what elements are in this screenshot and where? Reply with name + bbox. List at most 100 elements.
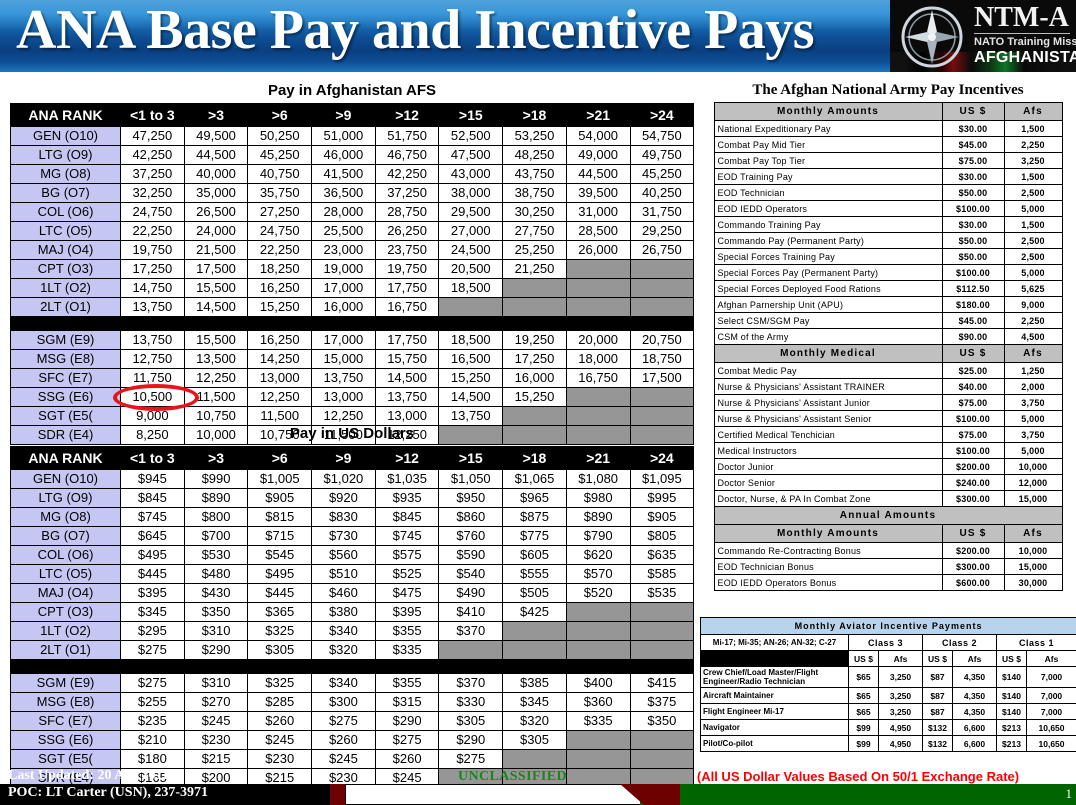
section-header-cell: US $ xyxy=(941,344,1005,363)
incentive-afs: 12,000 xyxy=(1003,474,1063,491)
table-row: Combat Pay Top Tier $75.00 3,250 xyxy=(713,152,1063,169)
table-row: SSG (E6) 10,500 11,500 12,250 13,000 13,750 14… xyxy=(10,387,695,407)
pay-cell: 15,250 xyxy=(502,387,567,407)
pay-cell: $275 xyxy=(438,749,504,769)
incentive-afs: 10,000 xyxy=(1003,542,1063,559)
pay-cell: $585 xyxy=(629,564,695,584)
pay-cell: 36,500 xyxy=(311,183,376,203)
table-row: 2LT (O1) $275 $290 $305 $320 $335 xyxy=(10,640,695,660)
col-header-6: >6 xyxy=(247,103,313,127)
table-row: Combat Pay Mid Tier $45.00 2,250 xyxy=(713,136,1063,153)
rank-cell: SGM (E9) xyxy=(10,673,121,693)
pay-cell: $370 xyxy=(438,621,504,641)
pay-cell: $905 xyxy=(629,507,695,527)
incentive-usd: $100.00 xyxy=(941,410,1005,427)
pay-cell: $480 xyxy=(183,564,249,584)
pay-cell: $830 xyxy=(311,507,376,527)
pay-cell: $355 xyxy=(374,621,440,641)
pay-cell: $520 xyxy=(565,583,631,603)
pay-cell: $270 xyxy=(183,692,249,712)
page-number: 1 xyxy=(1065,786,1073,801)
col-header-12: >12 xyxy=(374,103,440,127)
pay-cell: 10,750 xyxy=(183,406,249,426)
incentives-body: Monthly Amounts US $ Afs National Expeditio… xyxy=(713,102,1063,591)
pay-cell: $245 xyxy=(311,749,376,769)
pay-cell: 44,500 xyxy=(183,145,249,165)
pay-cell: 14,500 xyxy=(438,387,504,407)
pay-cell: 49,750 xyxy=(629,145,695,165)
table-row: SGM (E9) 13,750 15,500 16,250 17,000 17,750 18… xyxy=(10,330,695,350)
pay-cell: $400 xyxy=(565,673,631,693)
incentive-label: Special Forces Pay (Permanent Party) xyxy=(713,264,943,281)
table-row: SFC (E7) $235 $245 $260 $275 $290 $305 $320 $335… xyxy=(10,711,695,731)
table-row: SGT (E5($180 $215 $230 $245 $260 $275 xyxy=(10,749,695,769)
aviator-amount-cell: 3,250 xyxy=(878,703,923,720)
aviator-blank-cell xyxy=(700,650,849,667)
aviator-role-label: Aircraft Maintainer xyxy=(700,687,849,704)
rank-cell: MG (O8) xyxy=(10,164,121,184)
pay-cell: 42,250 xyxy=(374,164,440,184)
col-header-24: >24 xyxy=(629,446,695,470)
pay-cell: 20,750 xyxy=(629,330,695,350)
pay-cell: 25,250 xyxy=(502,240,567,260)
pay-cell: 11,500 xyxy=(183,387,249,407)
pay-cell: $875 xyxy=(502,507,567,527)
incentive-usd: $30.00 xyxy=(941,120,1005,137)
pay-cell: 13,750 xyxy=(374,387,440,407)
pay-cell: 13,750 xyxy=(311,368,376,388)
incentive-afs: 5,000 xyxy=(1003,264,1063,281)
aviator-amount-cell: 3,250 xyxy=(878,666,923,688)
pay-cell: 50,250 xyxy=(247,126,313,146)
logo-title: NTM-A xyxy=(974,2,1069,33)
table-row: Afghan Parnership Unit (APU) $180.00 9,000 xyxy=(713,296,1063,313)
pay-cell: $230 xyxy=(183,730,249,750)
incentive-label: Afghan Parnership Unit (APU) xyxy=(713,296,943,313)
incentive-afs: 5,000 xyxy=(1003,200,1063,217)
pay-cell: 22,250 xyxy=(120,221,185,241)
pay-cell: $300 xyxy=(311,692,376,712)
pay-cell: $540 xyxy=(438,564,504,584)
incentive-usd: $90.00 xyxy=(941,328,1005,345)
empty-cell xyxy=(629,749,695,769)
pay-cell: 35,000 xyxy=(183,183,249,203)
pay-cell: $410 xyxy=(438,602,504,622)
incentive-afs: 2,500 xyxy=(1003,248,1063,265)
afs-table-title: Pay in Afghanistan AFS xyxy=(267,82,437,99)
incentive-label: Medical Instructors xyxy=(713,442,943,459)
aviator-section: Monthly Aviator Incentive Payments Mi-17;… xyxy=(699,617,1076,752)
pay-cell: 17,250 xyxy=(120,259,185,279)
pay-cell: 15,250 xyxy=(438,368,504,388)
incentive-label: CSM of the Army xyxy=(713,328,943,345)
pay-cell: $335 xyxy=(565,711,631,731)
incentive-afs: 3,750 xyxy=(1003,394,1063,411)
pay-cell: $330 xyxy=(438,692,504,712)
incentive-afs: 2,500 xyxy=(1003,184,1063,201)
incentive-afs: 1,500 xyxy=(1003,120,1063,137)
pay-cell: 13,750 xyxy=(120,330,185,350)
aviator-amount-cell: 4,350 xyxy=(952,666,997,688)
pay-cell: $845 xyxy=(374,507,440,527)
pay-cell: $620 xyxy=(565,545,631,565)
pay-cell: $360 xyxy=(565,692,631,712)
empty-cell xyxy=(629,640,695,660)
empty-cell xyxy=(565,278,631,298)
incentive-usd: $100.00 xyxy=(941,442,1005,459)
pay-cell: 11,750 xyxy=(120,368,185,388)
pay-cell: $920 xyxy=(311,488,376,508)
pay-cell: 18,500 xyxy=(438,278,504,298)
pay-cell: $305 xyxy=(502,730,567,750)
col-header-rank: ANA RANK xyxy=(10,103,121,127)
usd-body: GEN (O10) $945 $990 $1,005 $1,020 $1,035 $1,05… xyxy=(9,469,695,788)
aviator-amount-cell: $87 xyxy=(922,687,953,704)
incentive-label: Nurse & Physicians' Assistant TRAINER xyxy=(713,378,943,395)
pay-cell: $715 xyxy=(247,526,313,546)
pay-cell: $310 xyxy=(183,673,249,693)
pay-cell: 53,250 xyxy=(502,126,567,146)
table-row: BG (O7) 32,250 35,000 35,750 36,500 37,250 38,… xyxy=(10,183,695,203)
rank-cell: SGT (E5( xyxy=(10,749,121,769)
aviator-amount-cell: 10,650 xyxy=(1025,719,1076,736)
pay-cell: $350 xyxy=(629,711,695,731)
section-header-cell: Afs xyxy=(1003,524,1063,543)
incentive-afs: 1,500 xyxy=(1003,216,1063,233)
aviator-amount-cell: $132 xyxy=(922,735,953,752)
